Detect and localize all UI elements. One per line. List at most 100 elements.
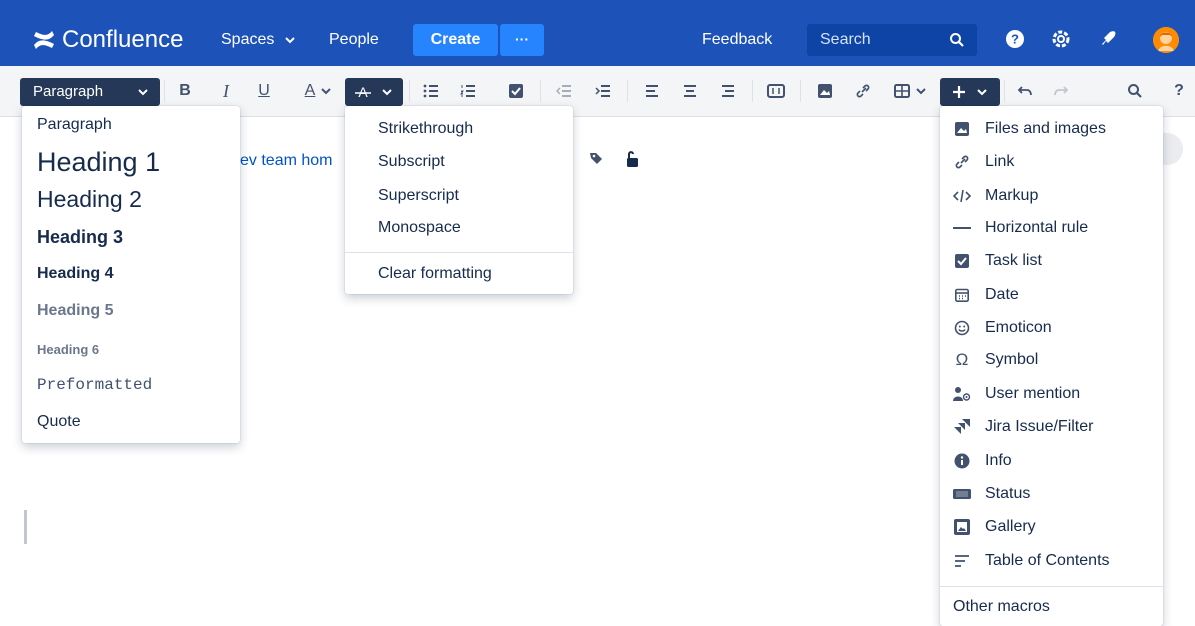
menu-item-label: Jira Issue/Filter xyxy=(985,418,1094,435)
indent-button[interactable] xyxy=(592,78,614,104)
text-color-label: A xyxy=(304,82,316,99)
menu-item-heading-4[interactable]: Heading 4 xyxy=(37,265,113,283)
undo-button[interactable] xyxy=(1014,78,1036,104)
info-icon xyxy=(953,452,971,470)
menu-item-status[interactable]: Status xyxy=(940,478,1163,510)
menu-item-emoticon[interactable]: Emoticon xyxy=(940,312,1163,344)
create-button[interactable]: Create xyxy=(413,24,498,56)
menu-item-label: Gallery xyxy=(985,518,1036,535)
people-link[interactable]: People xyxy=(329,24,379,56)
page-layout-button[interactable] xyxy=(764,78,788,104)
task-list-icon xyxy=(953,252,971,270)
menu-item-strikethrough[interactable]: Strikethrough xyxy=(378,120,473,138)
table-icon xyxy=(894,84,910,98)
italic-button[interactable]: I xyxy=(216,78,236,104)
menu-divider xyxy=(940,586,1163,587)
menu-item-link[interactable]: Link xyxy=(940,146,1163,178)
menu-item-files-and-images[interactable]: Files and images xyxy=(940,113,1163,145)
align-left-icon xyxy=(646,85,658,97)
breadcrumb-link[interactable]: ev team hom xyxy=(240,152,332,170)
notifications-icon[interactable] xyxy=(1097,28,1119,50)
more-formatting-menu: Strikethrough Subscript Superscript Mono… xyxy=(345,106,573,294)
outdent-button[interactable] xyxy=(553,78,575,104)
search-input[interactable]: Search xyxy=(807,24,977,56)
menu-item-heading-3[interactable]: Heading 3 xyxy=(37,227,123,248)
gallery-icon xyxy=(953,518,971,536)
page-side-handle xyxy=(1163,133,1183,165)
menu-item-label: Symbol xyxy=(985,351,1039,368)
menu-item-date[interactable]: Date xyxy=(940,279,1163,311)
menu-item-quote[interactable]: Quote xyxy=(37,413,81,431)
task-list-button[interactable] xyxy=(505,78,527,104)
link-icon xyxy=(953,153,971,171)
paragraph-style-select[interactable]: Paragraph xyxy=(20,78,160,106)
menu-item-heading-5[interactable]: Heading 5 xyxy=(37,302,113,320)
help-button[interactable]: ? xyxy=(1168,78,1190,104)
insert-more-button[interactable] xyxy=(940,78,1000,106)
menu-item-heading-2[interactable]: Heading 2 xyxy=(37,186,142,213)
menu-item-user-mention[interactable]: User mention xyxy=(940,378,1163,410)
redo-button[interactable] xyxy=(1050,78,1072,104)
menu-item-clear-formatting[interactable]: Clear formatting xyxy=(378,265,492,283)
help-icon[interactable]: ? xyxy=(1004,28,1026,50)
avatar-image-icon xyxy=(1153,27,1179,53)
chevron-down-icon xyxy=(138,89,148,96)
menu-item-other-macros[interactable]: Other macros xyxy=(953,598,1050,616)
undo-icon xyxy=(1017,86,1032,96)
toolbar-divider xyxy=(1004,80,1005,102)
menu-item-preformatted[interactable]: Preformatted xyxy=(37,376,152,394)
menu-item-info[interactable]: Info xyxy=(940,445,1163,477)
text-color-button[interactable]: A xyxy=(298,78,338,104)
underline-button[interactable]: U xyxy=(254,78,274,104)
menu-item-label: Status xyxy=(985,485,1031,502)
toolbar-divider xyxy=(164,80,165,102)
menu-item-jira-issue-filter[interactable]: Jira Issue/Filter xyxy=(940,411,1163,443)
menu-item-label: Horizontal rule xyxy=(985,219,1089,236)
insert-table-button[interactable] xyxy=(890,78,930,104)
menu-item-table-of-contents[interactable]: Table of Contents xyxy=(940,545,1163,577)
menu-item-label: Markup xyxy=(985,187,1039,204)
more-formatting-button[interactable]: A xyxy=(345,78,403,106)
insert-image-button[interactable] xyxy=(814,78,836,104)
insert-menu: Files and images Link Markup Horizontal … xyxy=(940,106,1163,626)
bullet-list-button[interactable] xyxy=(420,78,442,104)
menu-item-subscript[interactable]: Subscript xyxy=(378,153,445,171)
menu-item-gallery[interactable]: Gallery xyxy=(940,511,1163,543)
numbered-list-button[interactable] xyxy=(457,78,479,104)
menu-item-superscript[interactable]: Superscript xyxy=(378,187,459,205)
menu-item-label: Table of Contents xyxy=(985,552,1110,569)
align-center-button[interactable] xyxy=(679,78,701,104)
align-center-icon xyxy=(684,85,696,97)
bold-button[interactable]: B xyxy=(175,78,195,104)
paragraph-style-menu: Paragraph Heading 1 Heading 2 Heading 3 … xyxy=(22,106,240,544)
menu-item-task-list[interactable]: Task list xyxy=(940,245,1163,277)
align-left-button[interactable] xyxy=(641,78,663,104)
menu-item-heading-6[interactable]: Heading 6 xyxy=(37,342,99,357)
toolbar-divider xyxy=(800,80,801,102)
menu-item-symbol[interactable]: Ω Symbol xyxy=(940,344,1163,376)
unlocked-icon[interactable] xyxy=(625,150,639,168)
menu-item-label: Info xyxy=(985,452,1012,469)
menu-item-label: Emoticon xyxy=(985,319,1052,336)
label-icon[interactable] xyxy=(588,150,604,168)
product-name: Confluence xyxy=(62,26,184,53)
feedback-link[interactable]: Feedback xyxy=(702,24,772,56)
confluence-logo[interactable]: Confluence xyxy=(32,24,183,56)
user-mention-icon xyxy=(953,385,971,403)
settings-icon[interactable] xyxy=(1050,28,1072,50)
menu-item-paragraph[interactable]: Paragraph xyxy=(37,116,112,134)
spaces-menu[interactable]: Spaces xyxy=(221,24,295,56)
align-right-button[interactable] xyxy=(717,78,739,104)
omega-icon: Ω xyxy=(955,350,969,369)
insert-link-button[interactable] xyxy=(852,78,874,104)
image-icon xyxy=(818,84,832,98)
menu-item-monospace[interactable]: Monospace xyxy=(378,219,461,237)
plus-icon xyxy=(953,86,987,98)
top-navigation: Confluence Spaces People Create ··· Feed… xyxy=(0,0,1195,66)
menu-item-horizontal-rule[interactable]: Horizontal rule xyxy=(940,212,1163,244)
find-replace-button[interactable] xyxy=(1124,78,1146,104)
user-avatar[interactable] xyxy=(1153,27,1179,53)
menu-item-markup[interactable]: Markup xyxy=(940,180,1163,212)
menu-item-heading-1[interactable]: Heading 1 xyxy=(37,147,160,178)
create-more-button[interactable]: ··· xyxy=(500,24,544,56)
